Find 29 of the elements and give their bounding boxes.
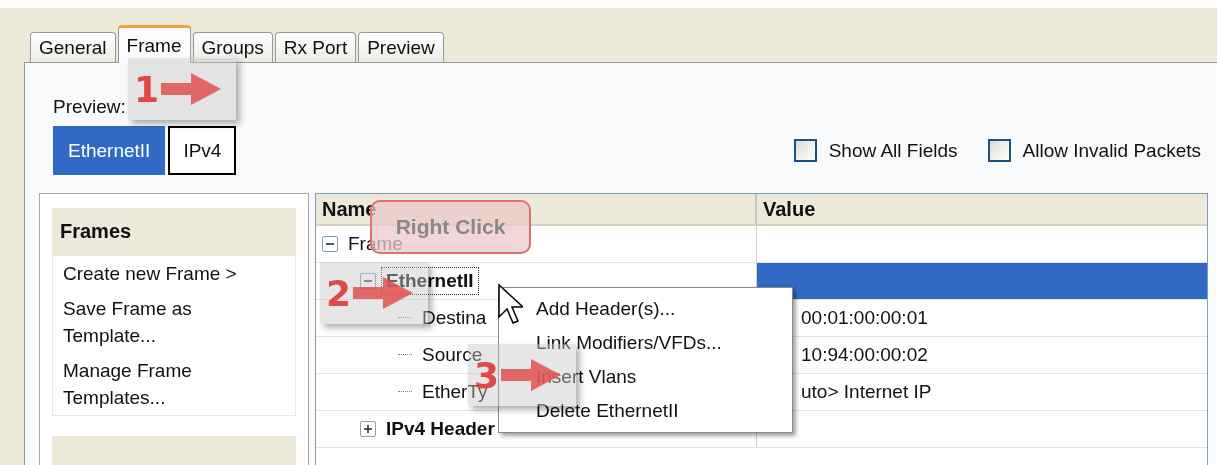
tab[interactable]: General [30,32,116,62]
expand-icon[interactable] [360,421,376,437]
tree-node[interactable]: IPv4 Header [382,416,499,442]
preview-label: Preview: [53,96,126,117]
collapse-icon[interactable] [322,236,338,252]
group-header: Frames [52,208,296,255]
checkbox-label: Show All Fields [828,139,958,162]
sidebar-link[interactable]: Save Frame as Template... [63,295,263,349]
tab[interactable]: Preview [358,32,444,62]
checkbox[interactable] [987,139,1011,162]
sidebar-link[interactable]: Create new Frame > [63,260,263,287]
tab[interactable]: Frame [117,25,191,63]
preview-toggle[interactable]: IPv4 [168,126,237,175]
menu-item[interactable]: Link Modifiers/VFDs... [499,326,792,360]
checkbox[interactable] [793,139,817,162]
sidebar-link[interactable]: Manage Frame Templates... [63,357,263,411]
tree-node[interactable]: Destina [418,305,491,331]
menu-item[interactable]: Delete EthernetII [499,394,792,428]
tab[interactable]: Rx Port [274,32,357,62]
column-header[interactable]: Value [757,194,816,224]
step-number: 1 [134,68,160,110]
value-text: 00:01:00:00:01 [801,307,928,329]
value-text: uto> Internet IP [801,381,932,403]
checkbox-label: Allow Invalid Packets [1022,139,1201,162]
step-number: 2 [326,272,352,314]
tree-node[interactable]: EthernetII [382,268,478,294]
tab[interactable]: Groups [192,32,273,62]
value-text: 10:94:00:00:02 [801,344,928,366]
preview-toggle[interactable]: EthernetII [53,126,166,175]
